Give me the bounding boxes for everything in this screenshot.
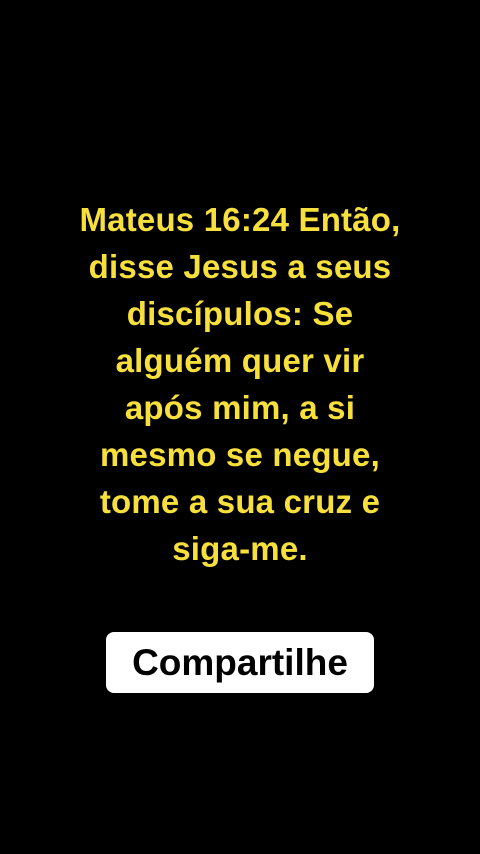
share-button[interactable]: Compartilhe xyxy=(106,632,374,693)
verse-text: Mateus 16:24 Então, disse Jesus a seus d… xyxy=(30,196,450,572)
screen: Mateus 16:24 Então, disse Jesus a seus d… xyxy=(0,0,480,854)
verse-line: Mateus 16:24 Então, xyxy=(79,201,401,238)
verse-line: disse Jesus a seus xyxy=(88,248,392,285)
verse-line: após mim, a si xyxy=(124,389,356,426)
verse-line: alguém quer vir xyxy=(115,342,365,379)
verse-line: mesmo se negue, xyxy=(100,436,380,473)
verse-line: tome a sua cruz e xyxy=(99,483,381,520)
verse-line: discípulos: Se xyxy=(126,295,354,332)
verse-line: siga-me. xyxy=(172,530,308,567)
